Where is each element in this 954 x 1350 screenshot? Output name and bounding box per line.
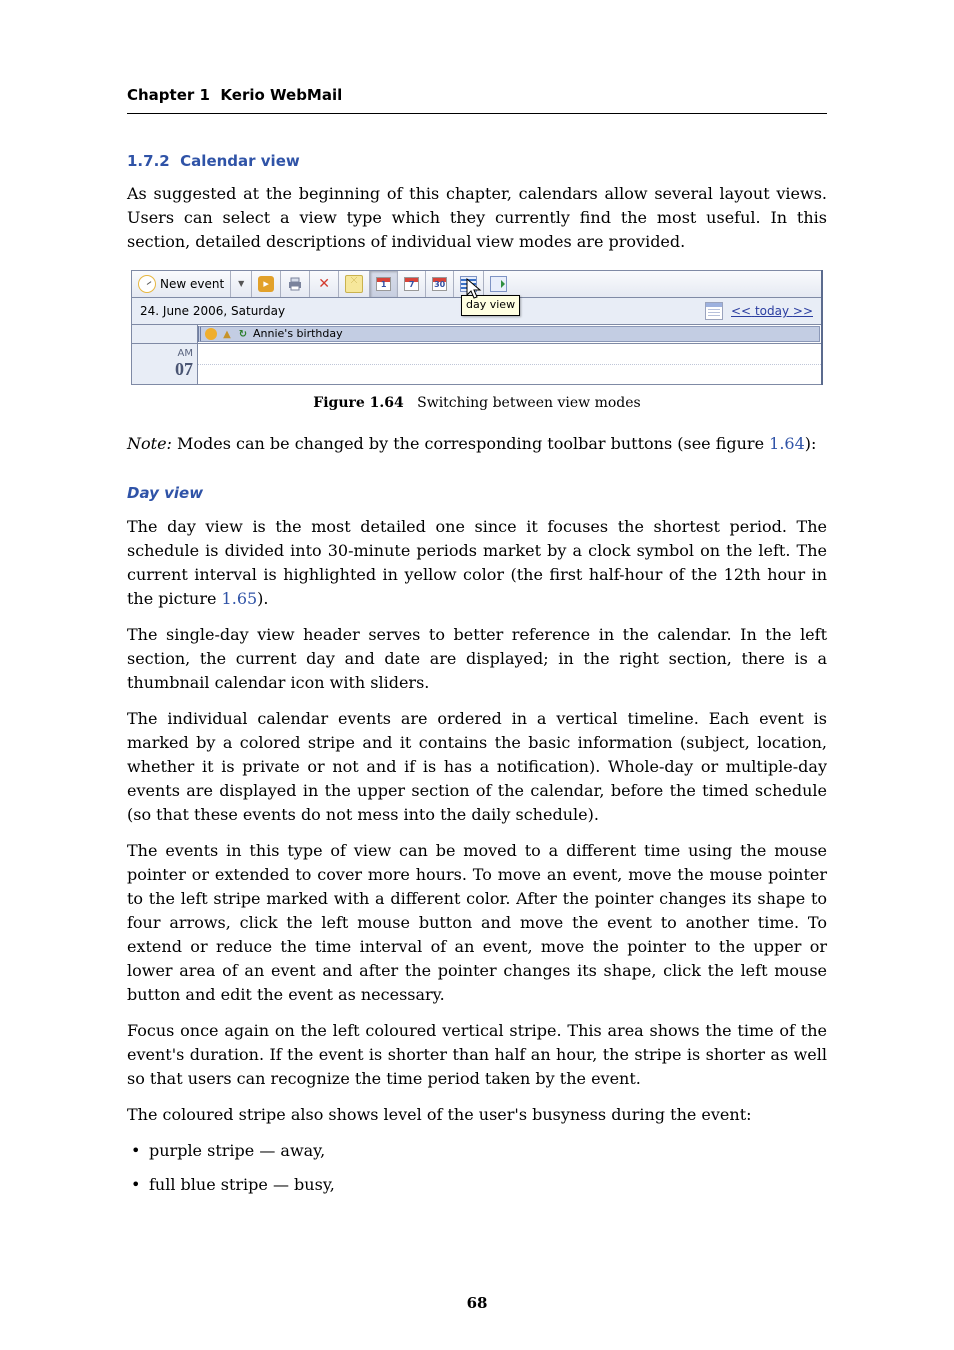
note-text-before: Modes can be changed by the correspondin… <box>172 434 769 453</box>
move-button[interactable]: ▸ <box>252 271 281 297</box>
nav-prev-link[interactable]: << <box>731 304 751 318</box>
list-wide-view-button[interactable] <box>484 271 513 297</box>
figure-calendar-toolbar: New event ▼ ▸ ✕ 1 7 <box>131 270 823 385</box>
current-date-label: 24. June 2006, Saturday <box>140 302 285 320</box>
note-paragraph: Note: Modes can be changed by the corres… <box>127 432 827 456</box>
dayview-paragraph-1b: ). <box>257 589 268 608</box>
figure-caption-label: Figure 1.64 <box>313 395 403 411</box>
time-grid-body[interactable] <box>198 344 821 384</box>
chapter-header: Chapter 1 Kerio WebMail <box>127 84 827 107</box>
figure-caption: Figure 1.64 Switching between view modes <box>127 393 827 414</box>
nav-today-link[interactable]: today <box>755 304 789 318</box>
list-item: full blue stripe — busy, <box>127 1173 827 1197</box>
allday-row: ▲ ↻ Annie's birthday <box>131 325 821 344</box>
mail-button[interactable] <box>339 271 370 297</box>
day-view-icon: 1 <box>376 277 391 291</box>
recurrence-icon: ↻ <box>237 328 249 340</box>
list-item: purple stripe — away, <box>127 1139 827 1163</box>
time-hour: 07 <box>132 360 193 378</box>
page-number: 68 <box>0 1292 954 1315</box>
time-grid: AM 07 <box>131 344 821 385</box>
date-nav: << today >> <box>731 302 813 320</box>
list-wide-view-icon <box>490 276 507 292</box>
mouse-cursor-icon <box>466 278 484 302</box>
new-event-label: New event <box>160 275 224 293</box>
week-view-button[interactable]: 7 <box>398 271 426 297</box>
month-view-icon: 30 <box>432 277 447 291</box>
intro-paragraph: As suggested at the beginning of this ch… <box>127 182 827 254</box>
week-view-icon: 7 <box>404 277 419 291</box>
section-number: 1.7.2 <box>127 152 170 170</box>
new-event-dropdown[interactable]: ▼ <box>231 271 252 297</box>
mail-icon <box>345 275 363 293</box>
chapter-label: Chapter 1 <box>127 86 210 104</box>
clock-icon <box>138 275 156 293</box>
month-view-button[interactable]: 30 <box>426 271 454 297</box>
chevron-down-icon: ▼ <box>237 276 245 292</box>
dayview-paragraph-4: The events in this type of view can be m… <box>127 839 827 1007</box>
move-to-folder-icon: ▸ <box>258 276 274 292</box>
figure-caption-text: Switching between view modes <box>417 395 641 411</box>
dayview-figure-ref[interactable]: 1.65 <box>222 589 258 608</box>
time-ampm: AM <box>132 344 193 360</box>
date-row: 24. June 2006, Saturday << today >> day … <box>131 298 821 325</box>
print-button[interactable] <box>281 271 310 297</box>
chapter-rule <box>127 113 827 114</box>
dayview-paragraph-5: Focus once again on the left coloured ve… <box>127 1019 827 1091</box>
dayview-paragraph-2: The single-day view header serves to bet… <box>127 623 827 695</box>
stripe-meaning-list: purple stripe — away, full blue stripe —… <box>127 1139 827 1197</box>
new-event-button[interactable]: New event <box>132 271 231 297</box>
dayview-paragraph-3: The individual calendar events are order… <box>127 707 827 827</box>
dayview-paragraph-6: The coloured stripe also shows level of … <box>127 1103 827 1127</box>
reminder-icon <box>205 328 217 340</box>
note-figure-ref[interactable]: 1.64 <box>769 434 805 453</box>
nav-next-link[interactable]: >> <box>793 304 813 318</box>
dayview-paragraph-1: The day view is the most detailed one si… <box>127 515 827 611</box>
allday-time-column <box>132 325 198 343</box>
allday-event-title: Annie's birthday <box>253 326 343 343</box>
section-title: Calendar view <box>180 152 300 170</box>
delete-icon: ✕ <box>316 276 332 292</box>
section-heading: 1.7.2 Calendar view <box>127 150 827 173</box>
chapter-title: Kerio WebMail <box>220 86 342 104</box>
alarm-icon: ▲ <box>221 328 233 340</box>
day-view-button[interactable]: 1 <box>370 271 398 297</box>
note-text-after: ): <box>805 434 817 453</box>
time-column: AM 07 <box>132 344 198 384</box>
dayview-heading: Day view <box>127 482 827 505</box>
printer-icon <box>287 276 303 292</box>
delete-button[interactable]: ✕ <box>310 271 339 297</box>
mini-calendar-icon[interactable] <box>705 302 723 320</box>
note-prefix: Note: <box>127 434 172 453</box>
allday-event[interactable]: ▲ ↻ Annie's birthday <box>198 326 820 342</box>
